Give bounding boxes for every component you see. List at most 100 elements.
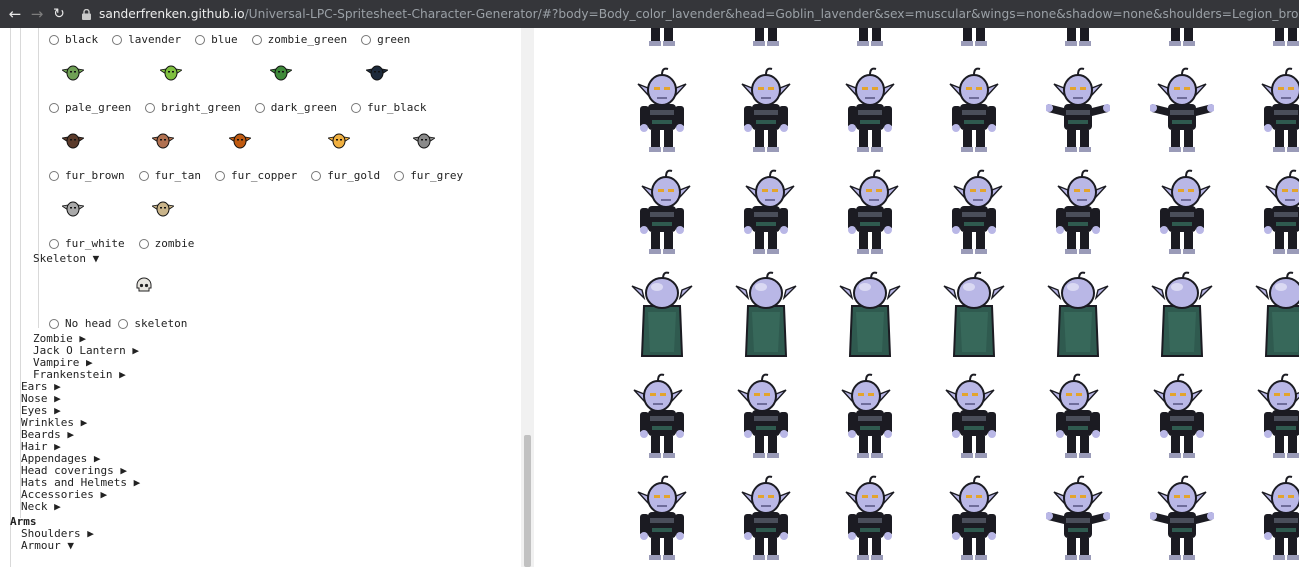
head-variant-preview-icon[interactable] [60,199,86,219]
variant-option-bright_green[interactable]: bright_green [145,101,241,114]
sprite-frame [1149,472,1215,562]
sprite-frame [1254,166,1299,256]
radio-button[interactable] [138,170,149,181]
variant-option-label: zombie_green [267,33,348,46]
variant-option-fur_grey[interactable]: fur_grey [394,169,463,182]
head-variant-preview-icon[interactable] [326,131,352,151]
radio-button[interactable] [311,170,322,181]
variant-option-fur_black[interactable]: fur_black [350,101,427,114]
radio-button[interactable] [251,34,262,45]
variant-option-green[interactable]: green [361,33,410,46]
head-variant-preview-icon[interactable] [411,131,437,151]
radio-button[interactable] [254,102,265,113]
variant-option-label: zombie [154,237,195,250]
sprite-frame [630,28,694,48]
sprite-frame [630,370,694,460]
radio-button[interactable] [350,102,361,113]
forward-arrow-icon[interactable]: → [26,5,48,23]
panel-scrollbar[interactable] [521,28,534,567]
back-arrow-icon[interactable]: ← [4,5,26,23]
sprite-frame [630,268,694,358]
variant-option-black[interactable]: black [49,33,98,46]
sprite-frame [1046,28,1110,48]
scrollbar-thumb[interactable] [524,435,531,567]
address-bar[interactable]: sanderfrenken.github.io/Universal-LPC-Sp… [99,7,1299,21]
variant-option-label: fur_grey [410,169,464,182]
sprite-frame [1150,166,1214,256]
variant-option-label: lavender [128,33,182,46]
radio-button[interactable] [361,34,372,45]
arms-section-toggle[interactable]: Armour ▼ [21,540,74,552]
variant-option-row: fur_brown fur_tan fur_copper fur_gold fur_gr… [49,169,477,182]
radio-button[interactable] [49,170,59,181]
variant-option-zombie_green[interactable]: zombie_green [251,33,348,46]
skull-preview-icon[interactable] [133,276,155,296]
sprite-frame [838,166,902,256]
radio-button[interactable] [49,238,59,249]
variant-option-label: fur_black [366,101,427,114]
sprite-frame [838,370,902,460]
variant-option-label: bright_green [161,101,241,114]
radio-button[interactable] [195,34,206,45]
skeleton-section-toggle[interactable]: Skeleton ▼ [33,253,99,265]
variant-option-fur_copper[interactable]: fur_copper [214,169,298,182]
head-variant-preview-icon[interactable] [227,131,253,151]
skeleton-option-label: skeleton [134,317,188,330]
head-variant-preview-icon[interactable] [364,63,390,83]
browser-toolbar: ← → ↻ sanderfrenken.github.io/Universal-… [0,0,1299,28]
variant-option-label: dark_green [270,101,337,114]
variant-option-dark_green[interactable]: dark_green [254,101,337,114]
radio-button[interactable] [49,318,59,329]
sprite-frame [1045,472,1111,562]
sprite-frame [1150,28,1214,48]
skeleton-option-skeleton[interactable]: skeleton [118,317,187,330]
sprite-frame [942,472,1006,562]
sprite-frame [942,166,1006,256]
sprite-frame [630,64,694,154]
radio-button[interactable] [394,170,405,181]
sprite-frame [1046,166,1110,256]
variant-option-fur_white[interactable]: fur_white [49,237,125,250]
head-variant-preview-icon[interactable] [150,199,176,219]
lock-icon[interactable] [82,8,91,20]
variant-option-label: black [65,33,99,46]
radio-button[interactable] [112,34,123,45]
url-path: /Universal-LPC-Spritesheet-Character-Gen… [244,7,1299,21]
sprite-frame [1149,64,1215,154]
head-variant-preview-icon[interactable] [150,131,176,151]
sprite-frame [1046,268,1110,358]
head-variant-preview-icon[interactable] [268,63,294,83]
sprite-frame [1254,370,1299,460]
head-variant-preview-icon[interactable] [60,63,86,83]
radio-button[interactable] [145,102,156,113]
sprite-frame [1150,370,1214,460]
sprite-frame [838,268,902,358]
radio-button[interactable] [214,170,225,181]
sprite-frame [734,268,798,358]
variant-option-fur_brown[interactable]: fur_brown [49,169,125,182]
sprite-frame [630,166,694,256]
radio-button[interactable] [118,318,129,329]
sprite-frame [1150,268,1214,358]
radio-button[interactable] [49,34,59,45]
variant-option-pale_green[interactable]: pale_green [49,101,131,114]
tree-guide-line [10,28,11,567]
variant-option-blue[interactable]: blue [195,33,238,46]
sprite-frame [942,370,1006,460]
sprite-frame [1045,64,1111,154]
variant-option-label: fur_copper [230,169,298,182]
variant-option-fur_tan[interactable]: fur_tan [138,169,201,182]
spritesheet-preview [534,28,1299,567]
head-variant-preview-icon[interactable] [158,63,184,83]
head-section-toggle[interactable]: Neck ▶ [21,501,61,513]
radio-button[interactable] [138,238,149,249]
radio-button[interactable] [49,102,59,113]
variant-option-fur_gold[interactable]: fur_gold [311,169,380,182]
sprite-frame [942,268,1006,358]
variant-option-label: fur_brown [65,169,125,182]
skeleton-option-no-head[interactable]: No head [49,317,111,330]
reload-icon[interactable]: ↻ [48,6,70,22]
head-variant-preview-icon[interactable] [60,131,86,151]
variant-option-zombie[interactable]: zombie [138,237,195,250]
variant-option-lavender[interactable]: lavender [112,33,181,46]
